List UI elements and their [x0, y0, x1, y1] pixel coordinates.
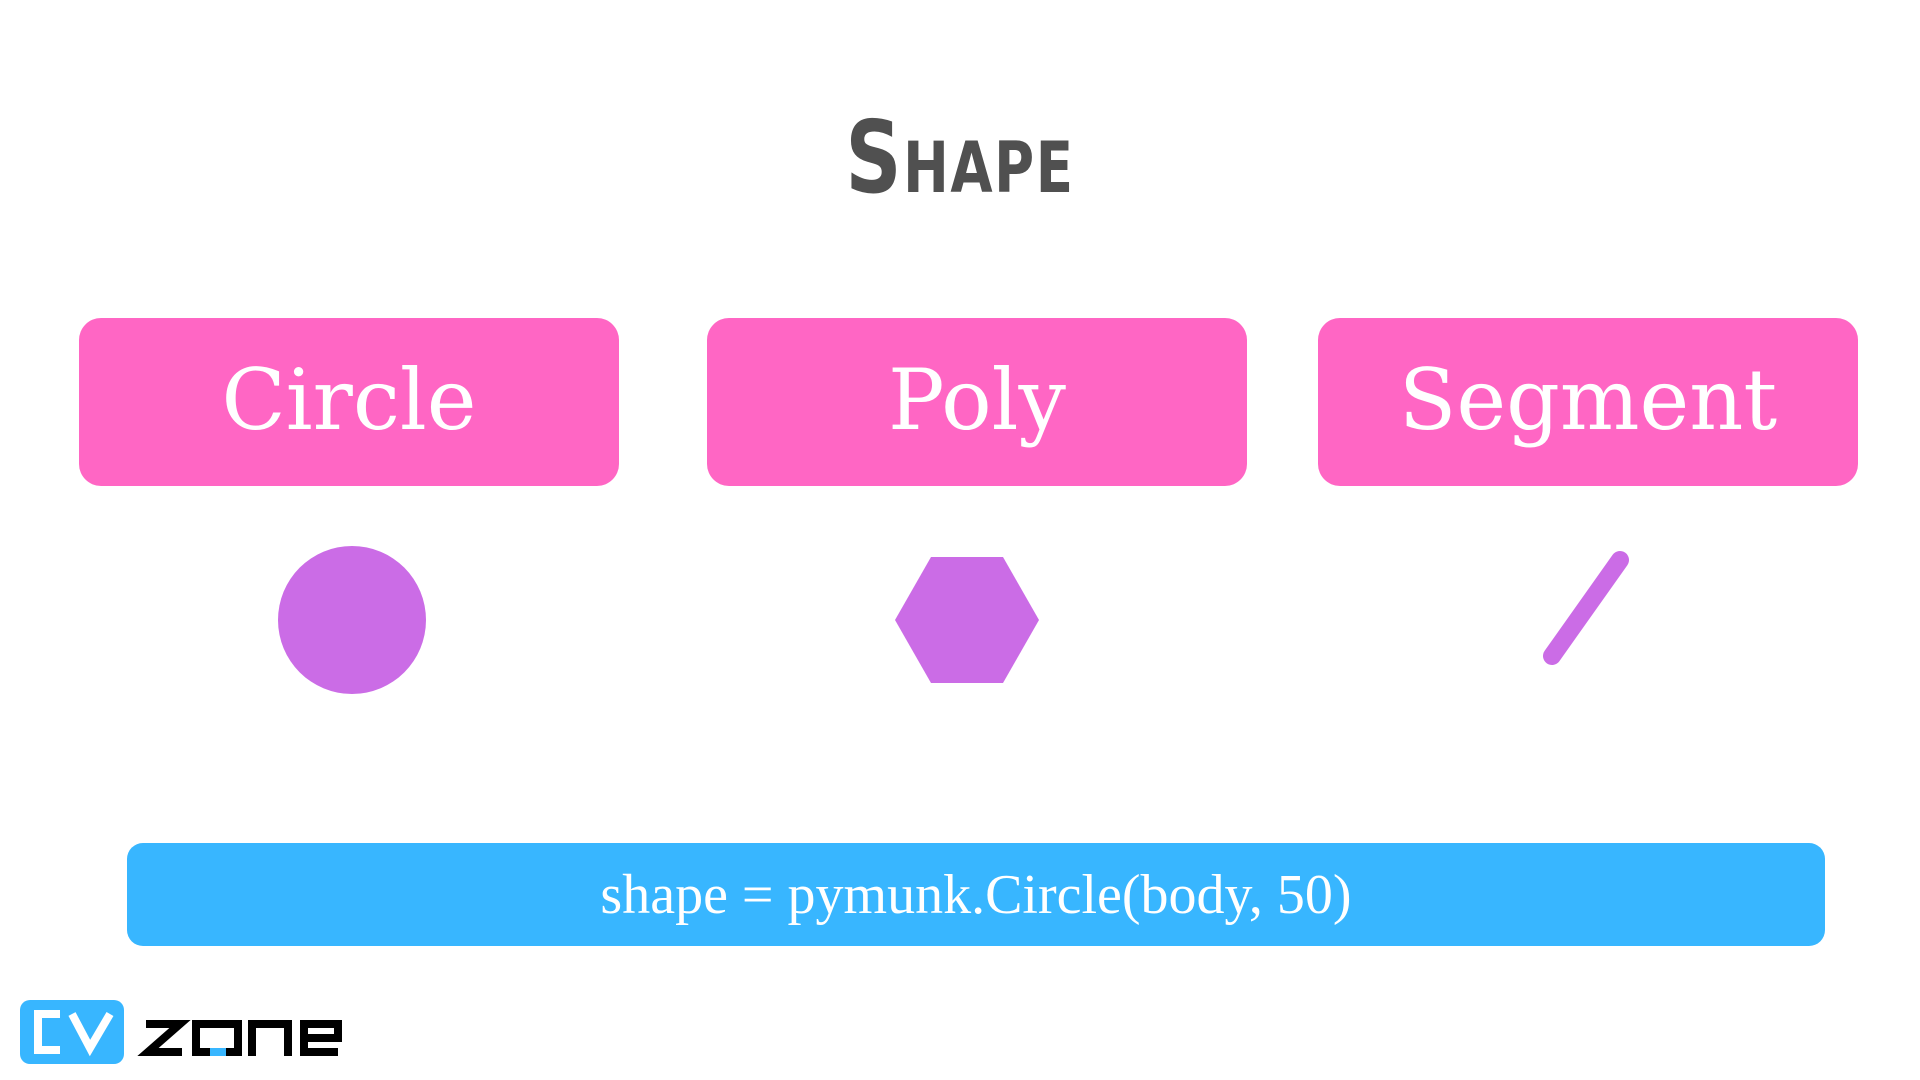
code-text: shape = pymunk.Circle(body, 50) — [600, 863, 1352, 926]
segment-shape-icon — [1543, 551, 1629, 665]
cvzone-logo — [20, 1000, 342, 1064]
slide: Shape Circle Poly Segment shape = pymunk… — [0, 0, 1920, 1080]
segment-card-label: Segment — [1398, 351, 1778, 449]
segment-card: Segment — [1318, 318, 1858, 486]
poly-card-label: Poly — [887, 351, 1066, 449]
poly-card: Poly — [707, 318, 1247, 486]
circle-shape-icon — [278, 546, 426, 694]
circle-card-label: Circle — [221, 351, 477, 449]
hexagon-shape-icon — [895, 557, 1039, 683]
code-bar: shape = pymunk.Circle(body, 50) — [127, 843, 1825, 946]
slide-title: Shape — [845, 99, 1075, 216]
circle-card: Circle — [79, 318, 619, 486]
